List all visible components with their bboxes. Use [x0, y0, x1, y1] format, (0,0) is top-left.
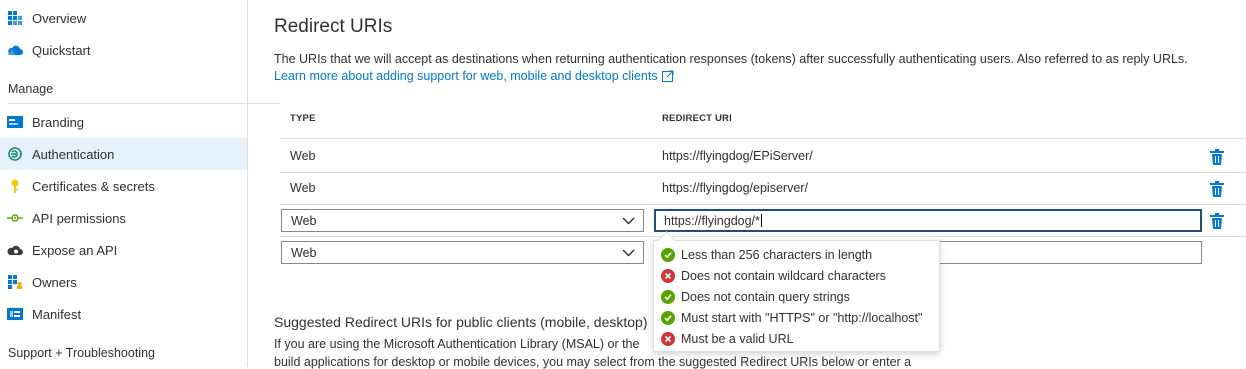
validation-item: Does not contain query strings [661, 290, 850, 304]
row-uri: https://flyingdog/episerver/ [662, 181, 808, 195]
redirect-uri-value: https://flyingdog/* [664, 213, 760, 228]
delete-icon[interactable] [1210, 213, 1224, 229]
external-link-icon [661, 70, 674, 82]
suggested-text-line: If you are using the Microsoft Authentic… [274, 337, 640, 351]
column-header-redirect-uri: REDIRECT URI [662, 113, 732, 124]
delete-icon[interactable] [1210, 181, 1224, 197]
sidebar-item-label: Authentication [32, 146, 115, 162]
manifest-icon [7, 306, 23, 322]
text-cursor [760, 214, 762, 227]
sidebar-item-label: Quickstart [32, 42, 91, 58]
sidebar-item-label: API permissions [32, 210, 126, 226]
sidebar-item-authentication[interactable]: Authentication [0, 138, 247, 170]
table-divider [280, 138, 1246, 139]
validation-text: Less than 256 characters in length [681, 248, 873, 262]
sidebar-item-label: Expose an API [32, 242, 118, 258]
section-divider [8, 103, 280, 104]
branding-icon [7, 114, 23, 130]
delete-icon[interactable] [1210, 149, 1224, 165]
validation-popup: Less than 256 characters in length Does … [653, 231, 940, 352]
suggested-heading: Suggested Redirect URIs for public clien… [274, 314, 648, 330]
popup-pointer [657, 231, 676, 250]
redirect-uri-input[interactable]: https://flyingdog/* [654, 209, 1202, 232]
learn-more-label: Learn more about adding support for web,… [274, 69, 658, 83]
type-select-value: Web [291, 213, 317, 228]
sidebar-item-owners[interactable]: Owners [0, 266, 247, 298]
sidebar-item-quickstart[interactable]: Quickstart [0, 34, 247, 66]
learn-more-link[interactable]: Learn more about adding support for web,… [274, 69, 674, 83]
cloud-gear-icon [7, 242, 23, 258]
sidebar-item-label: Manifest [32, 306, 82, 322]
sidebar-item-manifest[interactable]: Manifest [0, 298, 247, 330]
type-select[interactable]: Web [281, 241, 644, 264]
table-divider [280, 204, 1246, 205]
sidebar-item-label: Owners [32, 274, 77, 290]
page-title: Redirect URIs [274, 16, 393, 37]
chevron-down-icon [622, 217, 635, 225]
api-permissions-icon [7, 210, 23, 226]
sidebar-item-branding[interactable]: Branding [0, 106, 247, 138]
type-select-value: Web [291, 245, 317, 260]
error-icon [661, 332, 675, 346]
row-type: Web [290, 149, 316, 163]
validation-item: Less than 256 characters in length [661, 248, 872, 262]
owners-icon [7, 274, 23, 290]
sidebar-item-label: Overview [32, 10, 87, 26]
sidebar-item-api-permissions[interactable]: API permissions [0, 202, 247, 234]
validation-text: Must start with "HTTPS" or "http://local… [681, 311, 923, 325]
row-type: Web [290, 181, 316, 195]
sidebar-item-label: Certificates & secrets [32, 178, 155, 194]
sidebar-item-expose-api[interactable]: Expose an API [0, 234, 247, 266]
description-text: The URIs that we will accept as destinat… [274, 52, 1188, 66]
check-icon [661, 311, 675, 325]
table-divider [280, 236, 1246, 237]
table-divider [280, 172, 1246, 173]
check-icon [661, 248, 675, 262]
authentication-icon [7, 146, 23, 162]
validation-text: Must be a valid URL [681, 332, 794, 346]
type-select[interactable]: Web [281, 209, 644, 232]
validation-text: Does not contain query strings [681, 290, 850, 304]
cloud-icon [7, 42, 23, 58]
sidebar: Overview Quickstart Manage Branding Auth… [0, 0, 280, 367]
column-header-type: TYPE [290, 113, 316, 124]
sidebar-item-overview[interactable]: Overview [0, 2, 247, 34]
grid-icon [7, 10, 23, 26]
key-icon [7, 178, 23, 194]
section-heading-manage: Manage [8, 82, 54, 96]
validation-item: Does not contain wildcard characters [661, 269, 886, 283]
validation-item: Must be a valid URL [661, 332, 794, 346]
row-uri: https://flyingdog/EPiServer/ [662, 149, 813, 163]
validation-item: Must start with "HTTPS" or "http://local… [661, 311, 922, 325]
chevron-down-icon [622, 249, 635, 257]
sidebar-item-label: Branding [32, 114, 85, 130]
check-icon [661, 290, 675, 304]
sidebar-item-certificates[interactable]: Certificates & secrets [0, 170, 247, 202]
validation-text: Does not contain wildcard characters [681, 269, 886, 283]
section-heading-support: Support + Troubleshooting [8, 346, 155, 360]
error-icon [661, 269, 675, 283]
